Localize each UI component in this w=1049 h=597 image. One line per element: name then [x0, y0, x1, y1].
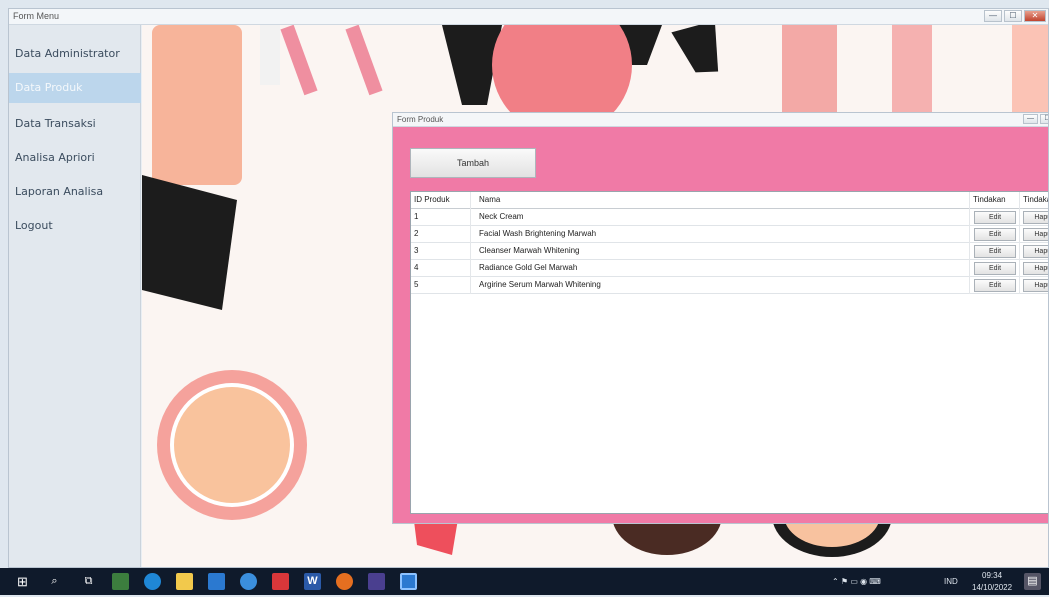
cell-name: Facial Wash Brightening Marwah — [471, 226, 970, 243]
window-controls: — ☐ ✕ — [984, 10, 1046, 22]
cell-action: Hapus — [1020, 209, 1048, 226]
sidebar: Data Administrator Data Produk Data Tran… — [9, 25, 141, 567]
table-row[interactable]: 2 Facial Wash Brightening Marwah Edit Ha… — [411, 226, 1048, 243]
column-header-id[interactable]: ID Produk — [411, 192, 471, 209]
file-explorer-icon[interactable] — [176, 573, 193, 590]
table-row[interactable]: 1 Neck Cream Edit Hapus — [411, 209, 1048, 226]
taskbar: ⊞ ⌕ ⧉ W ⌃ ⚑ ▭ ◉ ⌨ IND 09:34 14/10/2022 ▤ — [0, 568, 1049, 595]
clock-time: 09:34 — [982, 571, 1003, 580]
minimize-button[interactable]: — — [984, 10, 1002, 22]
cell-action: Edit — [970, 277, 1020, 294]
clock[interactable]: 09:34 14/10/2022 — [972, 570, 1012, 597]
sidebar-item-data-transaksi[interactable]: Data Transaksi — [9, 109, 141, 139]
tray-icons[interactable]: ⌃ ⚑ ▭ ◉ ⌨ — [832, 568, 881, 595]
product-form-title: Form Produk — [397, 115, 444, 124]
table-row[interactable]: 5 Argirine Serum Marwah Whitening Edit H… — [411, 277, 1048, 294]
notification-icon[interactable]: ▤ — [1024, 573, 1041, 590]
cell-id: 3 — [411, 243, 471, 260]
cell-id: 4 — [411, 260, 471, 277]
windows-start-icon[interactable]: ⊞ — [14, 573, 31, 590]
product-table: ID Produk Nama Tindakan Tindakan 1 Neck … — [410, 191, 1048, 514]
table-row[interactable]: 4 Radiance Gold Gel Marwah Edit Hapus — [411, 260, 1048, 277]
cell-action: Edit — [970, 209, 1020, 226]
main-titlebar: Form Menu — ☐ ✕ — [9, 9, 1048, 25]
firefox-icon[interactable] — [336, 573, 353, 590]
window-title: Form Menu — [13, 11, 60, 21]
sidebar-item-data-produk[interactable]: Data Produk — [9, 73, 141, 103]
task-view-icon[interactable]: ⧉ — [80, 573, 97, 590]
product-form-titlebar: Form Produk — ☐ ✕ — [393, 113, 1048, 127]
cell-action: Edit — [970, 243, 1020, 260]
hapus-button[interactable]: Hapus — [1023, 262, 1048, 275]
hapus-button[interactable]: Hapus — [1023, 228, 1048, 241]
cell-name: Argirine Serum Marwah Whitening — [471, 277, 970, 294]
cell-action: Hapus — [1020, 226, 1048, 243]
form-maximize-button[interactable]: ☐ — [1040, 114, 1048, 124]
cell-id: 1 — [411, 209, 471, 226]
product-form-window: Form Produk — ☐ ✕ Tambah ID Produk Nama … — [392, 112, 1048, 524]
maximize-button[interactable]: ☐ — [1004, 10, 1022, 22]
language-indicator[interactable]: IND — [944, 568, 958, 595]
sidebar-item-laporan-analisa[interactable]: Laporan Analisa — [9, 177, 141, 207]
column-header-action-edit[interactable]: Tindakan — [970, 192, 1020, 209]
cell-action: Hapus — [1020, 260, 1048, 277]
product-form-controls: — ☐ ✕ — [1023, 114, 1048, 124]
edit-button[interactable]: Edit — [974, 262, 1016, 275]
cell-id: 5 — [411, 277, 471, 294]
clock-date: 14/10/2022 — [972, 583, 1013, 592]
store-icon[interactable] — [208, 573, 225, 590]
background-image: Form Produk — ☐ ✕ Tambah ID Produk Nama … — [142, 25, 1048, 567]
main-window: Form Menu — ☐ ✕ Data Administrator Data … — [8, 8, 1049, 568]
hapus-button[interactable]: Hapus — [1023, 245, 1048, 258]
close-button[interactable]: ✕ — [1024, 10, 1046, 22]
column-header-action-delete[interactable]: Tindakan — [1020, 192, 1048, 209]
app-icon[interactable] — [240, 573, 257, 590]
hapus-button[interactable]: Hapus — [1023, 211, 1048, 224]
minecraft-icon[interactable] — [112, 573, 129, 590]
table-header: ID Produk Nama Tindakan Tindakan — [411, 192, 1048, 209]
running-app-icon[interactable] — [400, 573, 417, 590]
tambah-button[interactable]: Tambah — [410, 148, 536, 178]
edit-button[interactable]: Edit — [974, 211, 1016, 224]
cell-action: Hapus — [1020, 277, 1048, 294]
sidebar-item-logout[interactable]: Logout — [9, 211, 141, 241]
cell-action: Edit — [970, 260, 1020, 277]
cell-name: Neck Cream — [471, 209, 970, 226]
search-icon[interactable]: ⌕ — [46, 573, 63, 590]
edit-button[interactable]: Edit — [974, 228, 1016, 241]
cell-id: 2 — [411, 226, 471, 243]
edit-button[interactable]: Edit — [974, 245, 1016, 258]
sidebar-item-data-administrator[interactable]: Data Administrator — [9, 39, 141, 69]
sidebar-item-analisa-apriori[interactable]: Analisa Apriori — [9, 143, 141, 173]
edit-button[interactable]: Edit — [974, 279, 1016, 292]
app-red-icon[interactable] — [272, 573, 289, 590]
cell-action: Edit — [970, 226, 1020, 243]
word-icon[interactable]: W — [304, 573, 321, 590]
cell-action: Hapus — [1020, 243, 1048, 260]
form-minimize-button[interactable]: — — [1023, 114, 1038, 124]
edge-icon[interactable] — [144, 573, 161, 590]
hapus-button[interactable]: Hapus — [1023, 279, 1048, 292]
visual-studio-icon[interactable] — [368, 573, 385, 590]
cell-name: Radiance Gold Gel Marwah — [471, 260, 970, 277]
table-row[interactable]: 3 Cleanser Marwah Whitening Edit Hapus — [411, 243, 1048, 260]
cell-name: Cleanser Marwah Whitening — [471, 243, 970, 260]
column-header-name[interactable]: Nama — [471, 192, 970, 209]
